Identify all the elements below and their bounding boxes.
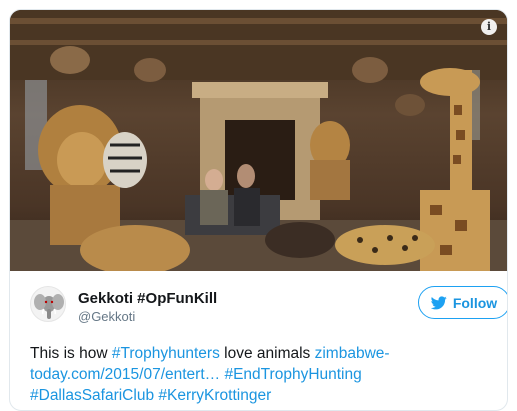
- tweet-text-segment: This is how: [30, 345, 112, 362]
- hashtag-dallassafariclub[interactable]: #DallasSafariClub: [30, 387, 154, 404]
- follow-label: Follow: [452, 294, 498, 311]
- trophy-room-photo: [10, 10, 507, 271]
- embedded-tweet-card: i Gekkoti #OpFunKill @Gekkoti Follow Thi…: [9, 9, 508, 411]
- twitter-bird-icon: [430, 295, 447, 309]
- tweet-photo[interactable]: i: [10, 10, 507, 271]
- elephant-avatar[interactable]: [30, 286, 66, 322]
- hashtag-trophyhunters[interactable]: #Trophyhunters: [112, 345, 220, 362]
- hashtag-endtrophyhunting[interactable]: #EndTrophyHunting: [224, 366, 361, 383]
- author-display-name[interactable]: Gekkoti #OpFunKill: [78, 289, 217, 308]
- follow-button[interactable]: Follow: [418, 286, 507, 319]
- tweet-text-segment: love animals: [219, 345, 315, 362]
- author-names: Gekkoti #OpFunKill @Gekkoti: [78, 289, 217, 326]
- hashtag-kerrykrottinger[interactable]: #KerryKrottinger: [158, 387, 271, 404]
- elephant-icon: [34, 294, 64, 319]
- author-handle[interactable]: @Gekkoti: [78, 308, 217, 326]
- tweet-text: This is how #Trophyhunters love animals …: [30, 343, 470, 406]
- info-icon[interactable]: i: [481, 19, 497, 35]
- tweet-author: Gekkoti #OpFunKill @Gekkoti Follow: [30, 286, 507, 326]
